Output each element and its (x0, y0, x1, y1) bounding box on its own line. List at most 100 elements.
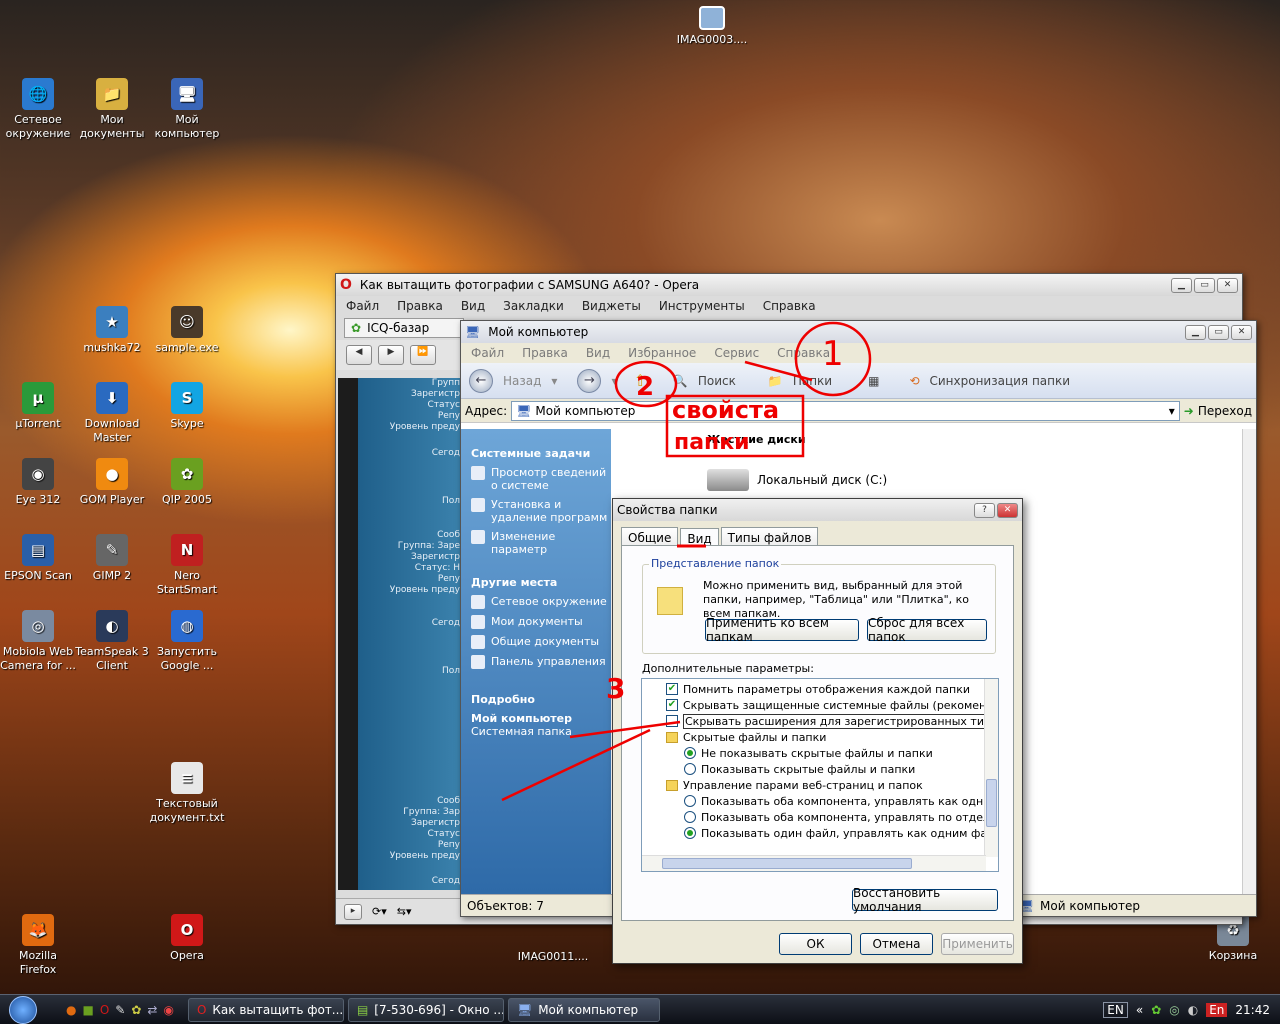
radio-button[interactable] (684, 747, 696, 759)
apply-all-button[interactable]: Применить ко всем папкам (705, 616, 859, 644)
task-qip[interactable]: ▤ [7-530-696] - Окно ... (347, 997, 504, 1022)
menu-item[interactable]: Виджеты (582, 299, 641, 313)
close-icon[interactable]: ✕ (997, 502, 1018, 518)
task-link[interactable]: Просмотр сведений о системе (471, 466, 611, 492)
firefox-icon[interactable]: ● (66, 1003, 76, 1017)
advanced-option-row[interactable]: Показывать оба компонента, управлять как… (666, 793, 998, 809)
chevron-down-icon[interactable]: ▾ (551, 374, 557, 388)
explorer-titlebar[interactable]: 🖥 Мой компьютер ▁ ▭ ✕ (461, 321, 1256, 343)
drive-c[interactable]: Локальный диск (C:) (707, 469, 887, 491)
reset-all-button[interactable]: Сброс для всех папок (867, 616, 987, 644)
desktop-icon[interactable]: ▤ EPSON Scan (0, 534, 76, 583)
vertical-scrollbar[interactable] (984, 679, 998, 857)
folders-label[interactable]: Папки (793, 374, 832, 388)
keyboard-layout-badge[interactable]: En (1206, 1002, 1228, 1017)
radio-button[interactable] (684, 795, 696, 807)
menu-item[interactable]: Закладки (503, 299, 564, 313)
advanced-settings-list[interactable]: ✔ Помнить параметры отображения каждой па… (641, 678, 999, 872)
menu-item[interactable]: Правка (397, 299, 443, 313)
radio-button[interactable] (684, 763, 696, 775)
advanced-option-row[interactable]: ✔ Скрывать защищенные системные файлы (ре… (666, 697, 998, 713)
back-arrow-icon[interactable]: ← (469, 368, 493, 393)
task-opera[interactable]: O Как вытащить фот... (187, 997, 344, 1022)
menu-item[interactable]: Избранное (628, 346, 696, 360)
maximize-icon[interactable]: ▭ (1208, 324, 1229, 340)
qip-tray-icon[interactable]: ✿ (1151, 1003, 1161, 1017)
go-button[interactable]: Переход (1198, 404, 1252, 418)
scroll-thumb[interactable] (662, 858, 912, 869)
advanced-option-row[interactable]: Показывать один файл, управлять как одни… (666, 825, 998, 841)
desktop-icon[interactable]: ● GOM Player (74, 458, 150, 507)
menu-item[interactable]: Файл (346, 299, 379, 313)
desktop-icon[interactable]: ◉ Eye 312 (0, 458, 76, 507)
clock[interactable]: 21:42 (1235, 1003, 1270, 1017)
task-link[interactable]: Сетевое окружение (471, 595, 611, 609)
advanced-option-row[interactable]: Скрывать расширения для зарегистрированн… (666, 713, 998, 729)
minimize-icon[interactable]: ▁ (1185, 324, 1206, 340)
sync-label[interactable]: Синхронизация папки (930, 374, 1071, 388)
checkbox[interactable] (666, 715, 678, 727)
opera-icon[interactable]: O (100, 1003, 109, 1017)
radio-button[interactable] (684, 811, 696, 823)
desktop-icon[interactable]: 🦊 Mozilla Firefox (0, 914, 76, 977)
cancel-button[interactable]: Отмена (860, 933, 933, 955)
task-link[interactable]: Изменение параметр (471, 530, 611, 556)
advanced-option-row[interactable]: ✔ Помнить параметры отображения каждой па… (666, 681, 986, 697)
checkbox[interactable]: ✔ (666, 699, 678, 711)
volume-icon[interactable]: ◐ (1188, 1003, 1198, 1017)
menu-item[interactable]: Вид (461, 299, 485, 313)
desktop-icon[interactable]: ◐ TeamSpeak 3 Client (74, 610, 150, 673)
address-input[interactable]: 🖥 Мой компьютер ▾ (511, 400, 1180, 421)
maximize-icon[interactable]: ▭ (1194, 277, 1215, 293)
restore-defaults-button[interactable]: Восстановить умолчания (852, 886, 998, 914)
desktop-icon[interactable]: ≡ Текстовый документ.txt (149, 762, 225, 825)
qip-icon[interactable]: ■ (82, 1003, 93, 1017)
close-icon[interactable]: ✕ (1217, 277, 1238, 293)
network-tray-icon[interactable]: ◎ (1169, 1003, 1179, 1017)
task-link[interactable]: Общие документы (471, 635, 611, 649)
advanced-option-row[interactable]: Скрытые файлы и папки (666, 729, 986, 745)
menu-item[interactable]: Файл (471, 346, 504, 360)
desktop-icon[interactable]: O Opera (149, 914, 225, 963)
scroll-thumb[interactable] (986, 779, 997, 827)
radio-button[interactable] (684, 827, 696, 839)
opera-fastforward-icon[interactable]: ⏩ (410, 345, 436, 365)
opera-share-icon[interactable]: ⇆▾ (397, 905, 412, 918)
minimize-icon[interactable]: ▁ (1171, 277, 1192, 293)
opera-panel-icon[interactable]: ▸ (344, 903, 362, 920)
menu-item[interactable]: Справка (763, 299, 816, 313)
chrome-icon[interactable]: ◉ (163, 1003, 173, 1017)
network-icon[interactable]: ⇄ (147, 1003, 157, 1017)
horizontal-scrollbar[interactable] (642, 855, 986, 871)
back-label[interactable]: Назад (503, 374, 541, 388)
advanced-option-row[interactable]: Показывать скрытые файлы и папки (666, 761, 986, 777)
task-my-computer[interactable]: 🖥 Мой компьютер (507, 997, 660, 1022)
view-grid-icon[interactable]: ▦ (868, 374, 879, 388)
tray-expand-icon[interactable]: « (1136, 1003, 1143, 1017)
language-indicator[interactable]: EN (1103, 1001, 1128, 1018)
desktop-icon[interactable]: ⬇ Download Master (74, 382, 150, 445)
task-link[interactable]: Панель управления (471, 655, 611, 669)
go-arrow-icon[interactable]: ➜ (1184, 404, 1194, 418)
opera-back-icon[interactable]: ◀ (346, 345, 372, 365)
menu-item[interactable]: Сервис (714, 346, 759, 360)
vertical-scrollbar[interactable] (1242, 429, 1256, 894)
folders-icon[interactable]: 📁 (768, 374, 783, 388)
close-icon[interactable]: ✕ (1231, 324, 1252, 340)
chevron-down-icon[interactable]: ▾ (611, 374, 617, 388)
help-icon[interactable]: ? (974, 502, 995, 518)
advanced-option-row[interactable]: Показывать оба компонента, управлять по … (666, 809, 998, 825)
desktop-icon[interactable]: ✎ GIMP 2 (74, 534, 150, 583)
desktop-icon[interactable]: N Nero StartSmart (149, 534, 225, 597)
menu-item[interactable]: Правка (522, 346, 568, 360)
desktop-icon[interactable]: ☺ sample.exe (149, 306, 225, 355)
qip-flower-icon[interactable]: ✿ (131, 1003, 141, 1017)
advanced-option-row[interactable]: Управление парами веб-страниц и папок (666, 777, 986, 793)
opera-titlebar[interactable]: O Как вытащить фотографии с SAMSUNG A640… (336, 274, 1242, 296)
task-link[interactable]: Установка и удаление программ (471, 498, 611, 524)
search-icon[interactable]: 🔍 (673, 374, 688, 388)
sync-icon[interactable]: ⟲ (909, 374, 919, 388)
desktop-icon[interactable]: ◎ Mobiola Web Camera for ... (0, 610, 76, 673)
dialog-titlebar[interactable]: Свойства папки ? ✕ (613, 499, 1022, 521)
menu-item[interactable]: Инструменты (659, 299, 745, 313)
